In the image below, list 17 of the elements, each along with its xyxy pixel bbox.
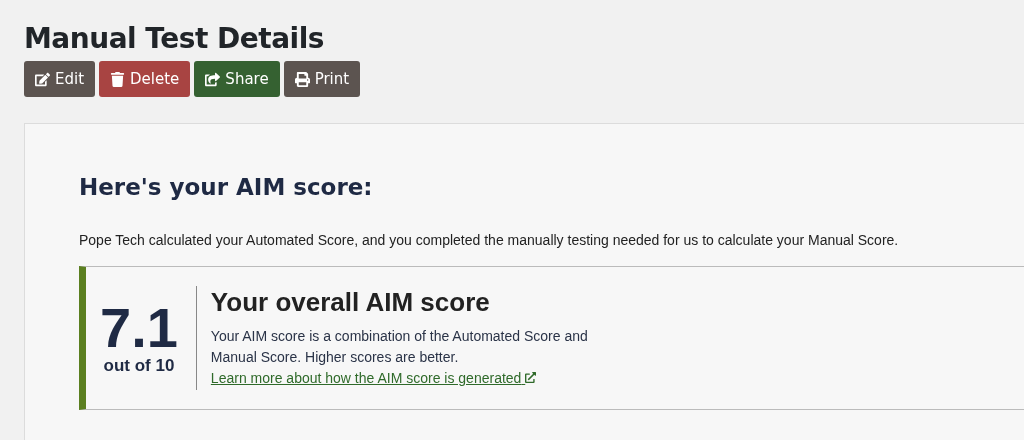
trash-icon <box>110 71 126 87</box>
printer-icon <box>294 71 310 87</box>
score-scale: out of 10 <box>103 356 175 376</box>
edit-button[interactable]: Edit <box>24 61 96 97</box>
learn-more-link[interactable]: Learn more about how the AIM score is generated <box>210 368 537 389</box>
edit-icon <box>35 71 50 87</box>
delete-button[interactable]: Delete <box>99 61 191 97</box>
card-heading: Here's your AIM score: <box>79 174 374 200</box>
score-title: Your overall AIM score <box>210 287 491 318</box>
share-button[interactable]: Share <box>194 61 280 97</box>
score-description: Your AIM score is a combination of the Automated Score and Manual Score. Higher scores are better. <box>210 327 589 367</box>
share-icon <box>205 71 221 87</box>
external-link-icon <box>525 372 537 383</box>
print-button[interactable]: Print <box>283 61 361 97</box>
intro-text: Pope Tech calculated your Automated Score, and you completed the manually testing needed for us to calculate your Manual Score. <box>79 232 900 248</box>
score-value: 7.1 <box>100 300 178 356</box>
page-title: Manual Test Details <box>24 22 325 55</box>
